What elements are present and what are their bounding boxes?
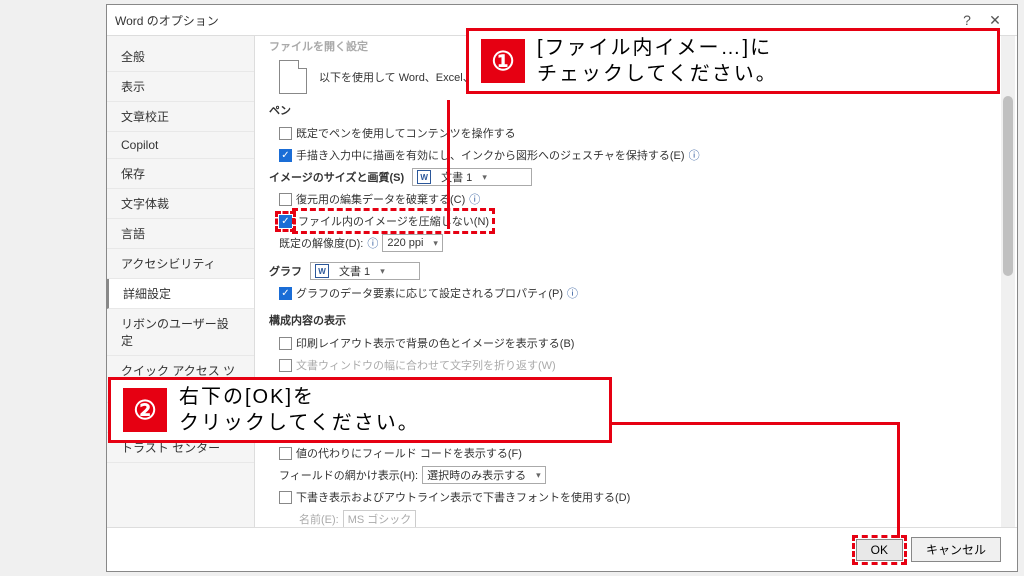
- sidebar-item-typography[interactable]: 文字体裁: [107, 189, 254, 219]
- info-icon[interactable]: ⓘ: [689, 147, 700, 163]
- name-select: MS ゴシック: [343, 510, 417, 527]
- disp-chk1-label: 印刷レイアウト表示で背景の色とイメージを表示する(B): [296, 335, 574, 351]
- sidebar-item-proofing[interactable]: 文章校正: [107, 102, 254, 132]
- name-label: 名前(E):: [299, 511, 339, 527]
- pen-chk2-label: 手描き入力中に描画を有効にし、インクから図形へのジェスチャを保持する(E): [296, 147, 685, 163]
- disp-chk7-label: 下書き表示およびアウトライン表示で下書きフォントを使用する(D): [296, 489, 630, 505]
- image-doc-select[interactable]: W文書 1▾: [412, 168, 532, 186]
- word-doc-icon: W: [417, 170, 431, 184]
- ok-button[interactable]: OK: [856, 539, 903, 561]
- dialog-title: Word のオプション: [115, 12, 953, 29]
- section-image: イメージのサイズと画質(S): [269, 169, 404, 185]
- callout-number-1: ①: [481, 39, 525, 83]
- field-label: フィールドの網かけ表示(H):: [279, 467, 418, 483]
- field-shading-select[interactable]: 選択時のみ表示する▾: [422, 466, 546, 484]
- chevron-down-icon: ▾: [536, 470, 541, 481]
- sidebar-item-language[interactable]: 言語: [107, 219, 254, 249]
- dialog-footer: OK キャンセル: [107, 527, 1017, 571]
- info-icon[interactable]: ⓘ: [367, 235, 378, 251]
- sidebar-item-accessibility[interactable]: アクセシビリティ: [107, 249, 254, 279]
- img-chk1-label: 復元用の編集データを破棄する(C): [296, 191, 465, 207]
- sidebar-item-advanced[interactable]: 詳細設定: [107, 279, 254, 309]
- disp-chk2[interactable]: [279, 359, 292, 372]
- disp-chk6[interactable]: [279, 447, 292, 460]
- sidebar-item-display[interactable]: 表示: [107, 72, 254, 102]
- scrollbar-thumb[interactable]: [1003, 96, 1013, 276]
- sidebar-item-save[interactable]: 保存: [107, 159, 254, 189]
- sidebar-item-copilot[interactable]: Copilot: [107, 132, 254, 159]
- disp-chk2-label: 文書ウィンドウの幅に合わせて文字列を折り返す(W): [296, 357, 556, 373]
- disp-chk6-label: 値の代わりにフィールド コードを表示する(F): [296, 445, 522, 461]
- sidebar-item-ribbon[interactable]: リボンのユーザー設定: [107, 309, 254, 356]
- pen-chk2[interactable]: [279, 149, 292, 162]
- annotation-line: [610, 422, 900, 425]
- word-doc-icon: W: [315, 264, 329, 278]
- callout-2: ② 右下の[OK]を クリックしてください。: [108, 377, 612, 443]
- img-chk2-label: ファイル内のイメージを圧縮しない(N): [296, 212, 491, 230]
- callout-number-2: ②: [123, 388, 167, 432]
- pen-chk1-label: 既定でペンを使用してコンテンツを操作する: [296, 125, 516, 141]
- callout-text-1: [ファイル内イメー…]に チェックしてください。: [537, 35, 778, 87]
- callout-text-2: 右下の[OK]を クリックしてください。: [179, 384, 420, 436]
- callout-1: ① [ファイル内イメー…]に チェックしてください。: [466, 28, 1000, 94]
- info-icon[interactable]: ⓘ: [469, 191, 480, 207]
- dialog-body: 全般 表示 文章校正 Copilot 保存 文字体裁 言語 アクセシビリティ 詳…: [107, 35, 1017, 527]
- scrollbar[interactable]: [1001, 36, 1015, 527]
- chevron-down-icon: ▾: [433, 238, 438, 249]
- file-icon: [279, 60, 307, 94]
- resolution-label: 既定の解像度(D):: [279, 235, 363, 251]
- content-pane: ファイルを開く設定 以下を使用して Word、Excel、Po ペン 既定でペン…: [255, 36, 1017, 527]
- info-icon[interactable]: ⓘ: [567, 285, 578, 301]
- section-display: 構成内容の表示: [269, 312, 997, 328]
- section-pen: ペン: [269, 102, 997, 118]
- sidebar: 全般 表示 文章校正 Copilot 保存 文字体裁 言語 アクセシビリティ 詳…: [107, 36, 255, 527]
- cancel-button[interactable]: キャンセル: [911, 537, 1001, 562]
- graph-chk-label: グラフのデータ要素に応じて設定されるプロパティ(P): [296, 285, 563, 301]
- annotation-line: [447, 100, 450, 229]
- img-chk1[interactable]: [279, 193, 292, 206]
- section-graph: グラフ: [269, 263, 302, 279]
- chevron-down-icon: ▾: [482, 172, 487, 183]
- sidebar-item-general[interactable]: 全般: [107, 42, 254, 72]
- graph-chk[interactable]: [279, 287, 292, 300]
- disp-chk1[interactable]: [279, 337, 292, 350]
- pen-chk1[interactable]: [279, 127, 292, 140]
- open-desc: 以下を使用して Word、Excel、Po: [319, 69, 487, 85]
- resolution-select[interactable]: 220 ppi▾: [382, 234, 443, 252]
- graph-doc-select[interactable]: W文書 1▾: [310, 262, 420, 280]
- chevron-down-icon: ▾: [380, 266, 385, 277]
- disp-chk7[interactable]: [279, 491, 292, 504]
- img-chk2[interactable]: [279, 215, 292, 228]
- annotation-line: [897, 422, 900, 538]
